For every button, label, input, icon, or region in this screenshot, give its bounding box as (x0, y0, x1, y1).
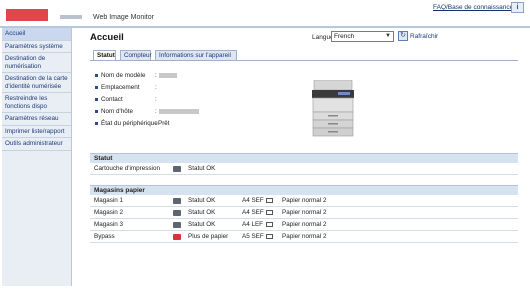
row-status: Statut OK (188, 221, 216, 228)
language-select[interactable]: French ▼ (331, 31, 394, 42)
sidebar-item-network-settings[interactable]: Paramètres réseau (2, 113, 71, 126)
table-row: Cartouche d'impression Statut OK (90, 164, 518, 175)
row-paper-type: Papier normal 2 (282, 233, 327, 240)
row-name: Cartouche d'impression (94, 165, 160, 172)
row-name: Magasin 2 (94, 209, 124, 216)
product-logo (60, 15, 82, 19)
table-row: Magasin 1 Statut OK A4 SEF Papier normal… (90, 196, 518, 207)
table-row: Magasin 2 Statut OK A4 SEF Papier normal… (90, 208, 518, 219)
redacted-value (159, 73, 177, 78)
sidebar-item-admin-tools[interactable]: Outils administrateur (2, 138, 71, 151)
cartridge-icon (173, 166, 181, 172)
status-section-heading: Statut (90, 153, 518, 163)
tray-ok-icon (173, 210, 181, 216)
info-row-location: Emplacement : (95, 83, 295, 92)
sidebar-item-restrict-functions[interactable]: Restreindre les fonctions dispo (2, 93, 71, 113)
info-label: Nom d'hôte (101, 108, 134, 115)
refresh-link[interactable]: Rafraîchir (410, 33, 438, 40)
row-name: Bypass (94, 233, 115, 240)
info-row-model: Nom de modèle : (95, 71, 295, 80)
info-row-contact: Contact : (95, 95, 295, 104)
info-row-device-state: État du périphérique : Prêt (95, 119, 295, 128)
row-paper-type: Papier normal 2 (282, 197, 327, 204)
printer-image (312, 80, 354, 137)
info-label: État du périphérique (101, 120, 158, 127)
row-status: Statut OK (188, 165, 216, 172)
brand-logo (6, 9, 48, 21)
sidebar: Accueil Paramètres système Destination d… (2, 28, 72, 286)
tray-ok-icon (173, 222, 181, 228)
table-row: Magasin 3 Statut OK A4 LEF Papier normal… (90, 220, 518, 231)
tray-ok-icon (173, 198, 181, 204)
info-label: Nom de modèle (101, 72, 146, 79)
sidebar-item-system-settings[interactable]: Paramètres système (2, 41, 71, 53)
bullet-icon (95, 110, 98, 113)
sidebar-item-print-list[interactable]: Imprimer liste/rapport (2, 126, 71, 138)
info-row-hostname: Nom d'hôte : (95, 107, 295, 116)
row-size: A4 SEF (242, 197, 264, 204)
page-title: Accueil (90, 32, 124, 43)
tab-divider (90, 60, 518, 61)
row-size: A5 SEF (242, 233, 264, 240)
sidebar-item-home[interactable]: Accueil (2, 28, 71, 41)
table-row: Bypass Plus de papier A5 SEF Papier norm… (90, 232, 518, 243)
redacted-value (159, 109, 199, 114)
language-select-value: French (334, 33, 355, 40)
header: Web Image Monitor FAQ/Base de connaissan… (0, 0, 530, 26)
sidebar-item-scan-destination[interactable]: Destination de numérisation (2, 53, 71, 73)
bullet-icon (95, 74, 98, 77)
info-label: Contact (101, 96, 123, 103)
row-size: A4 LEF (242, 221, 263, 228)
chevron-down-icon: ▼ (385, 33, 391, 39)
paper-section-heading: Magasins papier (90, 185, 518, 195)
bullet-icon (95, 122, 98, 125)
help-icon[interactable]: i (511, 2, 524, 13)
bullet-icon (95, 86, 98, 89)
row-name: Magasin 3 (94, 221, 124, 228)
row-size: A4 SEF (242, 209, 264, 216)
tray-empty-icon (173, 234, 181, 240)
sidebar-item-id-card-destination[interactable]: Destination de la carte d'identité numér… (2, 73, 71, 93)
paper-orientation-icon (266, 222, 273, 227)
info-label: Emplacement (101, 84, 140, 91)
paper-orientation-icon (266, 234, 273, 239)
main-content: Accueil Langue French ▼ ↻ Rafraîchir Sta… (80, 28, 525, 286)
row-paper-type: Papier normal 2 (282, 221, 327, 228)
row-name: Magasin 1 (94, 197, 124, 204)
faq-link[interactable]: FAQ/Base de connaissances (433, 4, 516, 11)
paper-orientation-icon (266, 210, 273, 215)
paper-orientation-icon (266, 198, 273, 203)
row-status: Statut OK (188, 197, 216, 204)
row-status: Plus de papier (188, 233, 229, 240)
bullet-icon (95, 98, 98, 101)
app-title: Web Image Monitor (93, 14, 154, 21)
row-status: Statut OK (188, 209, 216, 216)
refresh-icon[interactable]: ↻ (398, 31, 408, 41)
info-value: Prêt (158, 120, 170, 127)
row-paper-type: Papier normal 2 (282, 209, 327, 216)
